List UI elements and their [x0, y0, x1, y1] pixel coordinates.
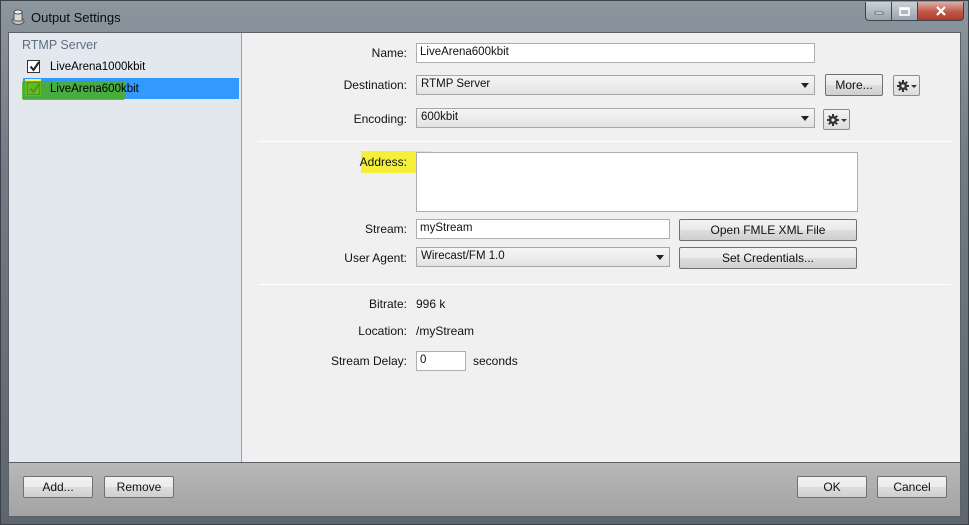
address-label: Address:: [359, 155, 407, 169]
stream-label: Stream:: [364, 222, 407, 236]
dialog-body: RTMP Server LiveArena1000kbit LiveArena6…: [8, 32, 961, 463]
destination-value: RTMP Server: [421, 78, 491, 90]
maximize-button[interactable]: [892, 2, 918, 21]
add-button[interactable]: Add...: [23, 476, 93, 498]
chevron-down-icon: [656, 255, 664, 260]
list-item-livearena1000kbit[interactable]: LiveArena1000kbit: [23, 56, 239, 77]
name-label: Name:: [371, 46, 407, 60]
close-button[interactable]: [918, 2, 964, 21]
list-item-label: LiveArena1000kbit: [50, 60, 146, 73]
address-input[interactable]: [416, 152, 858, 212]
ok-button[interactable]: OK: [797, 476, 867, 498]
window-title: Output Settings: [31, 10, 121, 25]
encoding-label: Encoding:: [353, 112, 407, 126]
separator: [258, 141, 951, 142]
checkmark-icon: [29, 61, 40, 72]
location-label: Location:: [358, 324, 407, 338]
chevron-down-icon: [801, 116, 809, 121]
user-agent-select[interactable]: Wirecast/FM 1.0: [416, 247, 670, 267]
cancel-button[interactable]: Cancel: [877, 476, 947, 498]
stream-input[interactable]: myStream: [416, 219, 670, 239]
list-item-label-text: LiveArena600kbit: [50, 82, 139, 95]
stream-delay-unit: seconds: [473, 354, 518, 368]
close-icon: [935, 6, 946, 16]
user-agent-label: User Agent:: [344, 251, 407, 265]
dialog-footer: Add... Remove OK Cancel: [8, 463, 961, 517]
stream-delay-input[interactable]: 0: [416, 351, 466, 371]
maximize-icon: [899, 6, 910, 16]
caption-buttons: [865, 2, 964, 22]
list-item-livearena600kbit[interactable]: LiveArena600kbit: [22, 78, 239, 100]
enable-checkbox[interactable]: [27, 60, 40, 73]
destination-select[interactable]: RTMP Server: [416, 75, 815, 95]
title-bar[interactable]: Output Settings: [1, 1, 969, 33]
settings-pane: Name: LiveArena600kbit Destination: RTMP…: [243, 33, 961, 462]
gear-icon: [826, 113, 847, 126]
user-agent-value: Wirecast/FM 1.0: [421, 250, 505, 262]
minimize-icon: [874, 11, 883, 15]
minimize-button[interactable]: [865, 2, 892, 21]
chevron-down-icon: [801, 83, 809, 88]
name-input[interactable]: LiveArena600kbit: [416, 43, 815, 63]
bitrate-value: 996 k: [416, 297, 446, 311]
remove-button[interactable]: Remove: [104, 476, 174, 498]
encoding-gear-button[interactable]: [823, 109, 850, 130]
encoding-select[interactable]: 600kbit: [416, 108, 815, 128]
gear-icon: [896, 79, 917, 92]
more-button[interactable]: More...: [825, 74, 883, 96]
group-label: RTMP Server: [22, 38, 98, 52]
wirecast-icon: [11, 9, 25, 25]
stream-delay-label: Stream Delay:: [330, 354, 407, 368]
encoding-value: 600kbit: [421, 111, 459, 123]
destination-label: Destination:: [343, 78, 407, 92]
output-list-pane: RTMP Server LiveArena1000kbit LiveArena6…: [9, 33, 242, 462]
open-fmle-button[interactable]: Open FMLE XML File: [679, 219, 857, 241]
separator: [258, 284, 951, 285]
bitrate-label: Bitrate:: [368, 297, 407, 311]
set-credentials-button[interactable]: Set Credentials...: [679, 247, 857, 269]
list-item-label: LiveArena600kbit: [22, 80, 139, 100]
destination-gear-button[interactable]: [893, 75, 920, 96]
location-value: /myStream: [416, 324, 475, 338]
